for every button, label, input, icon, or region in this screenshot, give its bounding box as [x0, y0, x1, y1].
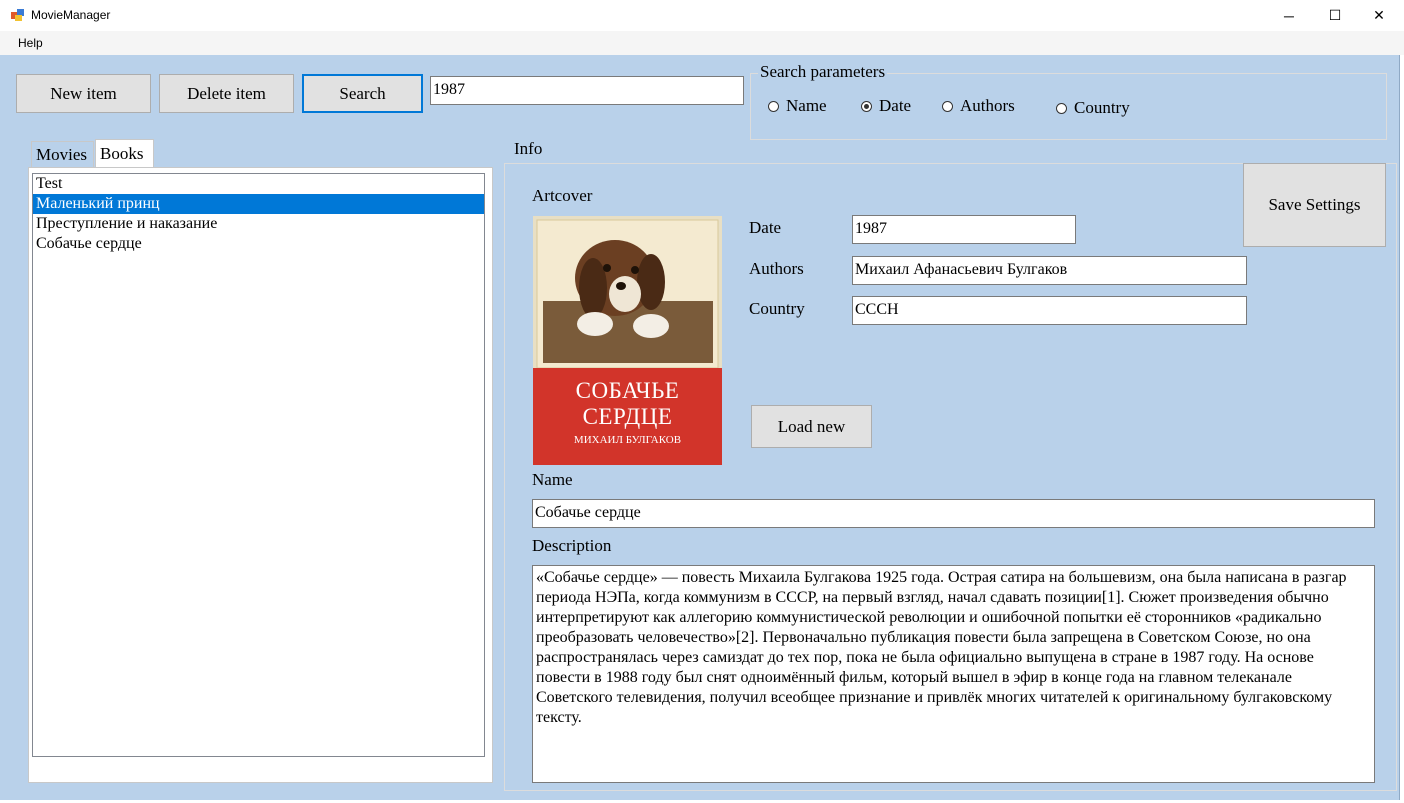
radio-circle [768, 100, 779, 112]
search-button[interactable]: Search [302, 74, 423, 113]
menu-item-help[interactable]: Help [18, 36, 43, 50]
description-label: Description [532, 536, 612, 555]
new-item-button[interactable]: New item [16, 74, 151, 113]
cover-title-line2: СЕРДЦЕ [582, 404, 673, 429]
cover-author: МИХАИЛ БУЛГАКОВ [573, 434, 682, 446]
book-list[interactable]: Test Маленький принц Преступление и нака… [32, 173, 485, 757]
load-new-button[interactable]: Load new [751, 405, 872, 448]
radio-date[interactable]: Date [861, 96, 911, 116]
radio-date-label: Date [879, 96, 912, 115]
name-field[interactable]: Собачье сердце [532, 499, 1375, 528]
maximize-button[interactable]: ☐ [1312, 0, 1358, 31]
delete-item-button[interactable]: Delete item [159, 74, 294, 113]
authors-label: Authors [749, 259, 804, 278]
list-item[interactable]: Test [33, 174, 484, 194]
window-title: MovieManager [31, 8, 111, 22]
tab-movies[interactable]: Movies [31, 141, 94, 167]
radio-circle-checked [861, 100, 872, 112]
title-bar[interactable] [0, 0, 1404, 31]
info-legend: Info [512, 139, 545, 159]
cover-title-line1: СОБАЧЬЕ [575, 378, 680, 403]
date-label: Date [749, 218, 782, 237]
country-field[interactable]: СССН [852, 296, 1247, 325]
search-parameters-legend: Search parameters [758, 62, 888, 82]
radio-authors-label: Authors [960, 96, 1015, 115]
authors-field[interactable]: Михаил Афанасьевич Булгаков [852, 256, 1247, 285]
country-label: Country [749, 299, 805, 318]
close-button[interactable]: ✕ [1356, 0, 1402, 31]
radio-country[interactable]: Country [1056, 98, 1130, 118]
radio-circle [1056, 102, 1067, 114]
radio-circle [942, 100, 953, 112]
search-input[interactable]: 1987 [430, 76, 744, 105]
list-item-selected[interactable]: Маленький принц [33, 194, 484, 214]
radio-name-label: Name [786, 96, 827, 115]
date-field[interactable]: 1987 [852, 215, 1076, 244]
radio-name[interactable]: Name [768, 96, 827, 116]
artcover-label: Artcover [532, 186, 593, 205]
save-settings-button[interactable]: Save Settings [1243, 163, 1386, 247]
list-item[interactable]: Преступление и наказание [33, 214, 484, 234]
list-item[interactable]: Собачье сердце [33, 234, 484, 254]
minimize-button[interactable]: ─ [1266, 0, 1312, 31]
name-label: Name [532, 470, 573, 489]
description-field[interactable]: «Собачье сердце» — повесть Михаила Булга… [532, 565, 1375, 783]
tab-books[interactable]: Books [95, 139, 154, 168]
app-icon [11, 9, 24, 21]
radio-authors[interactable]: Authors [942, 96, 1015, 116]
radio-country-label: Country [1074, 98, 1130, 117]
menu-bar [0, 31, 1404, 55]
